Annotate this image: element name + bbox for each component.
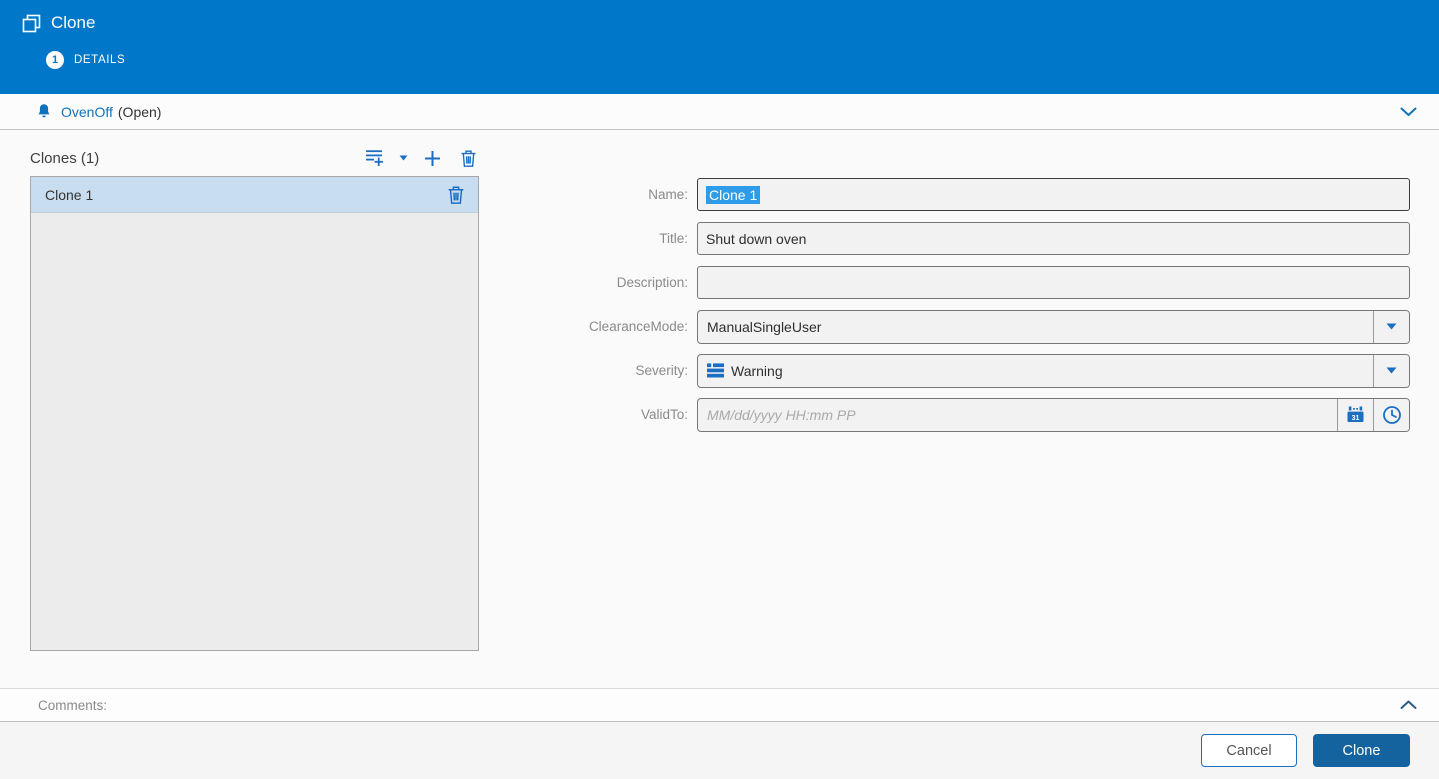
clock-icon xyxy=(1382,405,1402,425)
dialog-header: Clone 1 DETAILS xyxy=(0,0,1439,94)
severity-value-wrap[interactable]: Warning xyxy=(698,355,1373,387)
severity-value: Warning xyxy=(731,362,783,379)
calendar-button[interactable]: 31 xyxy=(1337,398,1373,431)
clock-button[interactable] xyxy=(1373,398,1409,431)
name-row: Name: Clone 1 xyxy=(0,178,1410,211)
severity-dropdown[interactable]: Warning xyxy=(697,353,1410,388)
clones-panel-header: Clones (1) xyxy=(30,144,479,172)
name-selected-text: Clone 1 xyxy=(706,185,761,204)
severity-row: Severity: Warning xyxy=(0,353,1410,388)
severity-icon xyxy=(707,363,724,378)
clearance-mode-label: ClearanceMode: xyxy=(588,319,688,334)
alarm-expander-bar[interactable]: OvenOff (Open) xyxy=(0,94,1439,130)
chevron-up-icon[interactable] xyxy=(1394,696,1423,714)
valid-to-picker: 31 xyxy=(697,397,1410,432)
valid-to-row: ValidTo: MM/dd/yyyy HH:mm PP 31 xyxy=(0,397,1410,432)
valid-to-label: ValidTo: xyxy=(640,407,688,422)
dialog-title: Clone xyxy=(51,13,96,32)
dialog-content: Clones (1) Clone 1 Name: Clone 1 Title: … xyxy=(0,130,1439,688)
wizard-steps: 1 DETAILS xyxy=(0,33,1439,69)
add-multiple-button[interactable] xyxy=(362,147,388,169)
comments-expander-bar[interactable]: Comments: xyxy=(0,688,1439,722)
bell-icon xyxy=(36,103,52,120)
alarm-name: OvenOff xyxy=(61,103,113,120)
severity-caret-button[interactable] xyxy=(1373,354,1409,387)
chevron-down-icon[interactable] xyxy=(1394,103,1423,121)
delete-clone-button[interactable] xyxy=(458,148,479,169)
step-number-badge[interactable]: 1 xyxy=(46,51,64,69)
calendar-day-label: 31 xyxy=(1352,415,1360,422)
dialog-footer: Cancel Clone xyxy=(0,722,1439,779)
clearance-mode-dropdown[interactable]: ManualSingleUser xyxy=(697,309,1410,344)
title-row: Title: xyxy=(0,222,1410,255)
name-label: Name: xyxy=(648,187,688,202)
add-multiple-caret-icon[interactable] xyxy=(396,153,411,163)
clones-count-title: Clones (1) xyxy=(30,149,100,167)
valid-to-input[interactable] xyxy=(698,398,1337,431)
description-row: Description: xyxy=(0,266,1410,299)
title-input[interactable] xyxy=(697,222,1410,255)
description-label: Description: xyxy=(616,275,688,290)
clone-details-form: Name: Clone 1 Title: Description: Cleara… xyxy=(0,178,1410,442)
clone-icon xyxy=(22,14,41,33)
description-input[interactable] xyxy=(697,266,1410,299)
title-label: Title: xyxy=(659,231,688,246)
step-details-label[interactable]: DETAILS xyxy=(74,54,125,66)
cancel-button[interactable]: Cancel xyxy=(1201,734,1297,767)
clones-toolbar xyxy=(362,147,479,169)
severity-label: Severity: xyxy=(635,363,688,378)
clone-button[interactable]: Clone xyxy=(1313,734,1410,767)
calendar-icon: 31 xyxy=(1346,405,1365,424)
clearance-mode-row: ClearanceMode: ManualSingleUser xyxy=(0,309,1410,344)
clone-dialog: Clone 1 DETAILS OvenOff (Open) Clones (1… xyxy=(0,0,1439,779)
clearance-mode-caret-button[interactable] xyxy=(1373,310,1409,343)
name-input[interactable]: Clone 1 xyxy=(697,178,1410,211)
alarm-state: (Open) xyxy=(117,103,162,120)
header-title-row: Clone xyxy=(0,0,1439,33)
clearance-mode-value[interactable]: ManualSingleUser xyxy=(698,311,1373,343)
comments-label: Comments: xyxy=(38,697,108,713)
add-clone-button[interactable] xyxy=(421,148,444,169)
